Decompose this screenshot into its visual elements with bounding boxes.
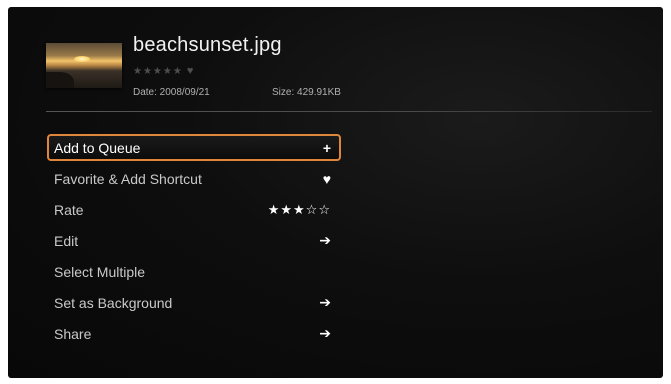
file-size: Size: 429.91KB bbox=[272, 87, 341, 98]
menu-item-select-multiple[interactable]: Select Multiple bbox=[47, 258, 341, 285]
photo-thumbnail bbox=[46, 43, 122, 88]
plus-icon: + bbox=[322, 139, 331, 156]
menu-item-set-as-background[interactable]: Set as Background ➔ bbox=[47, 289, 341, 316]
arrow-right-icon: ➔ bbox=[319, 232, 331, 248]
menu-item-rate[interactable]: Rate ★★★☆☆ bbox=[47, 196, 341, 223]
menu-item-label: Set as Background bbox=[54, 294, 173, 311]
file-rating-stars: ★★★★★ bbox=[133, 66, 183, 77]
menu-item-label: Share bbox=[54, 325, 92, 342]
menu-item-share[interactable]: Share ➔ bbox=[47, 320, 341, 347]
menu-item-label: Select Multiple bbox=[54, 263, 146, 280]
arrow-right-icon: ➔ bbox=[319, 294, 331, 310]
menu-item-label: Edit bbox=[54, 232, 79, 249]
menu-item-label: Favorite & Add Shortcut bbox=[54, 170, 202, 187]
arrow-right-icon: ➔ bbox=[319, 325, 331, 341]
menu-item-label: Rate bbox=[54, 201, 84, 218]
file-date: Date: 2008/09/21 bbox=[133, 87, 210, 98]
file-title: beachsunset.jpg bbox=[133, 34, 282, 56]
menu-item-label: Add to Queue bbox=[54, 139, 141, 156]
options-menu: Add to Queue + Favorite & Add Shortcut ♥… bbox=[47, 134, 341, 351]
favorite-heart-icon: ♥ bbox=[186, 65, 195, 77]
sun-graphic bbox=[74, 56, 90, 62]
header-divider bbox=[46, 111, 652, 112]
star-rating-icon[interactable]: ★★★☆☆ bbox=[268, 202, 331, 218]
menu-item-edit[interactable]: Edit ➔ bbox=[47, 227, 341, 254]
menu-item-favorite-add-shortcut[interactable]: Favorite & Add Shortcut ♥ bbox=[47, 165, 341, 192]
rock-graphic bbox=[46, 72, 74, 88]
heart-icon: ♥ bbox=[322, 170, 331, 187]
menu-item-add-to-queue[interactable]: Add to Queue + bbox=[47, 134, 341, 161]
media-info-screen: beachsunset.jpg ★★★★★ ♥ Date: 2008/09/21 … bbox=[8, 7, 663, 378]
file-rating-row: ★★★★★ ♥ bbox=[133, 65, 194, 77]
